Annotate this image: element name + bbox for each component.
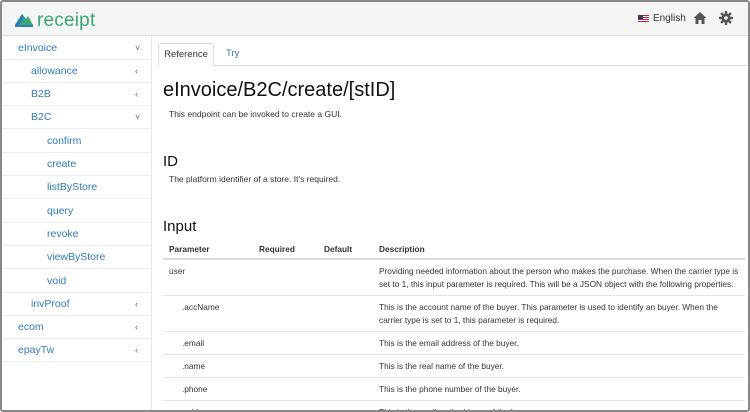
sidebar-item-void[interactable]: void xyxy=(47,274,66,288)
param-default xyxy=(318,295,373,332)
language-label: English xyxy=(653,13,686,24)
language-selector[interactable]: English xyxy=(638,13,686,24)
divider xyxy=(2,268,151,269)
column-header: Description xyxy=(373,239,745,260)
divider xyxy=(2,361,151,362)
param-default xyxy=(318,258,373,296)
brand-logo[interactable]: receipt xyxy=(14,8,95,33)
parameters-table: Parameter Required Default Description u… xyxy=(163,239,745,410)
param-required xyxy=(253,377,318,401)
sidebar-item-b2b[interactable]: B2B xyxy=(31,87,51,101)
chevron-left-icon[interactable]: ‹ xyxy=(135,320,138,334)
table-row: .phone This is the phone number of the b… xyxy=(163,377,745,401)
table-row: .accName This is the account name of the… xyxy=(163,295,745,332)
sidebar-item-epaytw[interactable]: epayTw xyxy=(18,343,54,357)
us-flag-icon xyxy=(638,15,649,22)
divider xyxy=(2,152,151,153)
param-name: .accName xyxy=(163,295,253,332)
app-window: receipt English eInvoice ˅ allowance ‹ B… xyxy=(0,0,750,412)
sidebar-item-revoke[interactable]: revoke xyxy=(47,227,79,241)
param-name: .email xyxy=(163,331,253,355)
param-default xyxy=(318,377,373,401)
divider xyxy=(2,105,151,106)
main-content: Reference Try eInvoice/B2C/create/[stID]… xyxy=(152,36,748,410)
chevron-left-icon[interactable]: ‹ xyxy=(135,87,138,101)
chevron-down-icon[interactable]: ˅ xyxy=(135,41,140,55)
id-description: The platform identifier of a store. It's… xyxy=(169,174,341,184)
param-required xyxy=(253,295,318,332)
sidebar-item-b2c[interactable]: B2C xyxy=(31,110,51,124)
chevron-left-icon[interactable]: ‹ xyxy=(135,343,138,357)
mountain-logo-icon xyxy=(14,8,34,33)
table-row: .addr This is the snail mail address of … xyxy=(163,400,745,410)
tab-bar: Reference Try xyxy=(158,43,748,66)
sidebar-item-viewbystore[interactable]: viewByStore xyxy=(47,250,105,264)
home-icon[interactable] xyxy=(692,10,708,26)
page-title: eInvoice/B2C/create/[stID] xyxy=(163,79,396,101)
param-name: .name xyxy=(163,354,253,378)
column-header: Parameter xyxy=(163,239,253,260)
page-description: This endpoint can be invoked to create a… xyxy=(169,109,342,119)
param-required xyxy=(253,331,318,355)
gear-icon[interactable] xyxy=(718,10,734,26)
top-bar: receipt English xyxy=(2,2,748,36)
tab-try[interactable]: Try xyxy=(216,43,249,66)
sidebar-item-invproof[interactable]: invProof xyxy=(31,297,70,311)
param-description: Providing needed information about the p… xyxy=(373,258,745,296)
divider xyxy=(2,338,151,339)
sidebar-item-query[interactable]: query xyxy=(47,204,73,218)
sidebar-item-ecom[interactable]: ecom xyxy=(18,320,44,334)
id-heading: ID xyxy=(163,153,178,170)
divider xyxy=(2,222,151,223)
table-header-row: Parameter Required Default Description xyxy=(163,239,745,260)
param-required xyxy=(253,354,318,378)
table-row: user Providing needed information about … xyxy=(163,258,745,296)
sidebar-item-create[interactable]: create xyxy=(47,157,76,171)
chevron-left-icon[interactable]: ‹ xyxy=(135,64,138,78)
param-name: user xyxy=(163,258,253,296)
divider xyxy=(2,198,151,199)
divider xyxy=(2,175,151,176)
sidebar-item-allowance[interactable]: allowance xyxy=(31,64,78,78)
param-description: This is the email address of the buyer. xyxy=(373,331,745,355)
divider xyxy=(2,292,151,293)
param-default xyxy=(318,331,373,355)
divider xyxy=(2,59,151,60)
sidebar-item-listbystore[interactable]: listByStore xyxy=(47,180,97,194)
table-row: .name This is the real name of the buyer… xyxy=(163,354,745,378)
column-header: Required xyxy=(253,239,318,260)
param-description: This is the snail mail address of the bu… xyxy=(373,400,745,410)
column-header: Default xyxy=(318,239,373,260)
param-name: .addr xyxy=(163,400,253,410)
param-required xyxy=(253,258,318,296)
sidebar-item-einvoice[interactable]: eInvoice xyxy=(18,41,57,55)
divider xyxy=(2,82,151,83)
sidebar-nav: eInvoice ˅ allowance ‹ B2B ‹ B2C ˅ confi… xyxy=(2,36,152,410)
divider xyxy=(2,245,151,246)
chevron-left-icon[interactable]: ‹ xyxy=(135,297,138,311)
param-required xyxy=(253,400,318,410)
param-default xyxy=(318,354,373,378)
param-default xyxy=(318,400,373,410)
tab-reference[interactable]: Reference xyxy=(158,43,214,66)
brand-name: receipt xyxy=(37,9,96,31)
param-description: This is the phone number of the buyer. xyxy=(373,377,745,401)
chevron-down-icon[interactable]: ˅ xyxy=(135,110,140,124)
param-description: This is the real name of the buyer. xyxy=(373,354,745,378)
param-name: .phone xyxy=(163,377,253,401)
input-heading: Input xyxy=(163,218,197,235)
divider xyxy=(2,128,151,129)
sidebar-item-confirm[interactable]: confirm xyxy=(47,134,81,148)
divider xyxy=(2,315,151,316)
param-description: This is the account name of the buyer. T… xyxy=(373,295,745,332)
table-row: .email This is the email address of the … xyxy=(163,331,745,355)
